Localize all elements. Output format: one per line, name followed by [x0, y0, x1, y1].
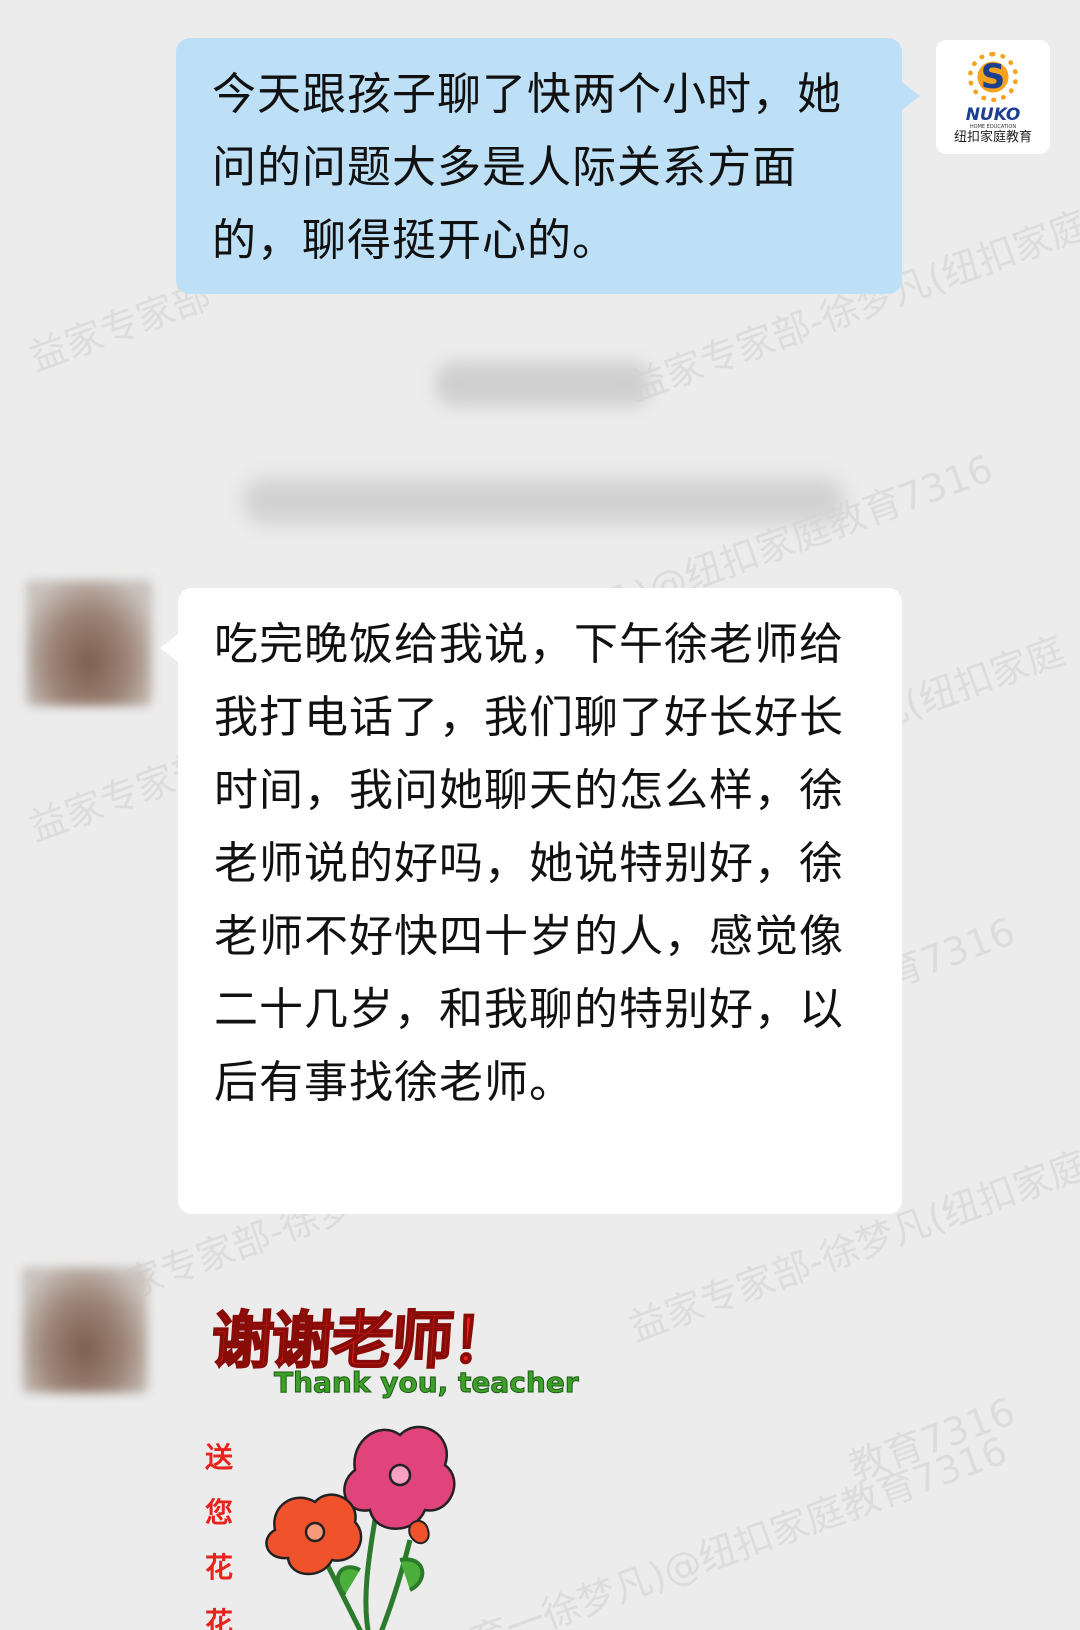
sun-logo-icon: S	[966, 49, 1020, 104]
blurred-timestamp	[436, 362, 650, 406]
blurred-system-notice	[244, 478, 844, 524]
contact-avatar[interactable]	[26, 580, 152, 706]
sticker-subtitle: Thank you, teacher	[274, 1366, 580, 1400]
logo-chinese-name: 纽扣家庭教育	[953, 129, 1032, 145]
sticker-side-text: 送 您 花 花	[202, 1430, 236, 1630]
incoming-message-bubble[interactable]: 吃完晚饭给我说，下午徐老师给我打电话了，我们聊了好长好长时间，我问她聊天的怎么样…	[160, 588, 902, 1214]
sticker-side-char: 花	[204, 1551, 233, 1584]
logo-mark: S	[980, 56, 1006, 97]
sticker-side-char: 您	[204, 1496, 233, 1529]
chat-window: 益家专家部 益家专家部-徐梦凡(纽扣家庭 凡(纽扣家庭 凡)@纽扣家庭教育731…	[0, 0, 1080, 1630]
carnation-flowers-icon	[265, 1425, 456, 1630]
sticker-side-char: 送	[204, 1441, 233, 1474]
logo-name: NUKO	[965, 104, 1021, 125]
watermark: 教育7316	[843, 1389, 1021, 1490]
thank-you-sticker[interactable]: 谢谢老师！ Thank you, teacher 送 您 花 花	[200, 1290, 579, 1630]
my-avatar[interactable]: S NUKO HOME EDUCATION 纽扣家庭教育	[936, 40, 1050, 154]
outgoing-message-bubble[interactable]: 今天跟孩子聊了快两个小时，她问的问题大多是人际关系方面的，聊得挺开心的。	[176, 38, 920, 294]
sticker-side-char: 花	[204, 1606, 233, 1630]
contact-avatar[interactable]	[22, 1267, 148, 1393]
